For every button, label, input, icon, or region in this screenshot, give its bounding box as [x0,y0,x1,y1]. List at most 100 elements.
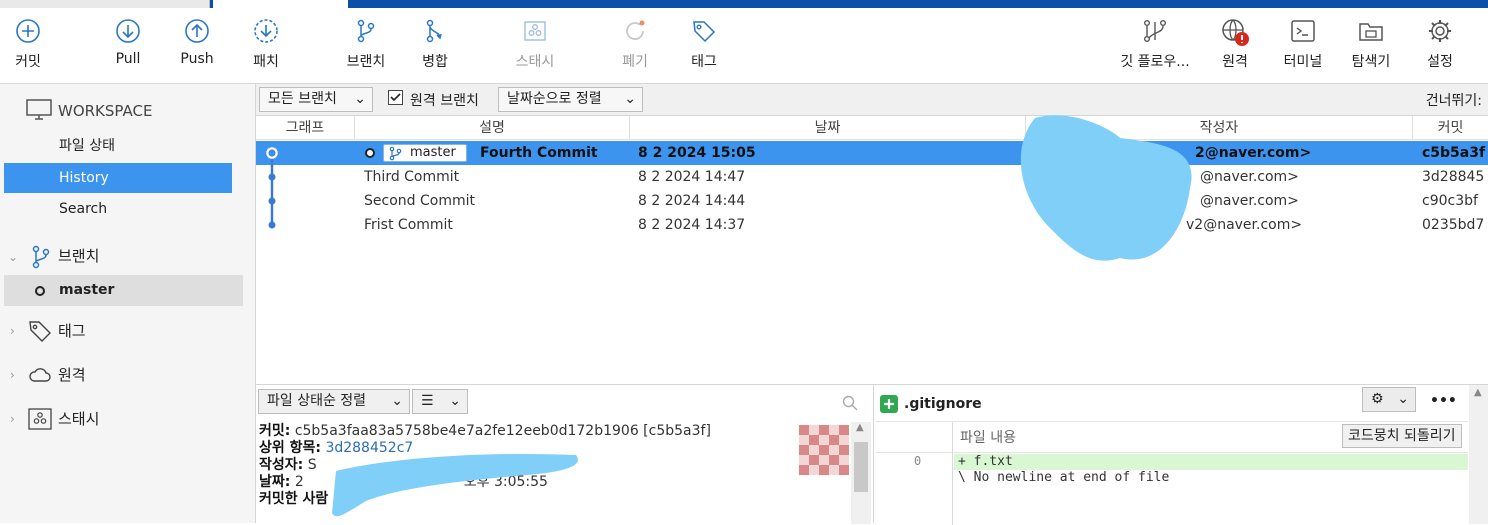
commit-row[interactable]: master Fourth Commit 8 2 2024 15:05 2@na… [256,141,1488,165]
terminal-button[interactable]: 터미널 [1268,18,1338,71]
patch-icon [254,19,278,43]
commit-info-hash: 커밋: c5b5a3faa83a5758be4e7a2fe12eeb0d172b… [259,423,711,439]
tag-icon [29,321,51,342]
scrollbar-vertical[interactable]: ▲ [851,422,871,524]
commit-date: 8 2 2024 14:37 [638,217,746,233]
view-mode-dropdown[interactable]: ☰ ⌄ [412,389,468,414]
list-icon: ☰ [421,393,434,409]
branch-icon [389,146,402,161]
chevron-down-icon: ⌄ [449,393,461,409]
arrow-up-circle-icon [185,19,209,43]
remote-button[interactable]: 원격 [1200,18,1270,71]
chevron-right-icon[interactable]: › [10,324,15,338]
commit-node[interactable] [268,221,276,229]
column-date[interactable]: 날짜 [630,116,1026,140]
column-commit[interactable]: 커밋 [1413,116,1488,140]
chevron-down-icon[interactable]: ⌄ [8,250,18,264]
merge-button[interactable]: 병합 [400,18,470,71]
push-button[interactable]: Push [162,18,232,67]
commit-row[interactable]: Third Commit 8 2 2024 14:47 @naver.com> … [256,165,1488,189]
current-branch-label: master [59,282,115,298]
commit-row[interactable]: Frist Commit 8 2 2024 14:37 v2@naver.com… [256,213,1488,237]
tab-active[interactable] [213,0,348,8]
column-graph[interactable]: 그래프 [256,116,355,140]
diff-content: 파일 내용 코드뭉치 되돌리기 0 + f.txt \ No newline a… [876,421,1468,525]
chevron-right-icon[interactable]: › [10,412,15,426]
terminal-icon [1291,20,1315,42]
added-line-highlight [954,454,1468,470]
sidebar-item-file-status[interactable]: 파일 상태 [4,131,232,161]
hunk-header: 파일 내용 [960,430,1016,446]
redaction-scribble [332,453,578,517]
gear-icon [1429,20,1451,42]
jump-to-label[interactable]: 건너뛰기: [1426,90,1482,110]
more-options-button[interactable]: ••• [1430,393,1457,409]
sidebar: WORKSPACE 파일 상태 History Search ⌄ 브랜치 mas… [0,84,256,523]
diff-file-name: .gitignore [904,396,982,412]
git-flow-icon [1144,20,1167,43]
sort-dropdown[interactable]: 날짜순으로 정렬 ⌄ [498,87,643,112]
branch-badge[interactable]: master [383,144,467,162]
workspace-header: WORKSPACE [58,102,153,120]
commit-hash: c90c3bf [1422,193,1478,209]
remotes-section[interactable]: 원격 [58,363,86,387]
scrollbar-thumb[interactable] [854,442,868,492]
chevron-down-icon: ⌄ [391,393,403,409]
patch-button[interactable]: 패치 [231,18,301,71]
diff-gutter-divider [952,422,953,525]
chevron-down-icon: ⌄ [1397,391,1409,407]
avatar [799,425,849,475]
sidebar-item-search[interactable]: Search [4,194,232,224]
git-flow-button[interactable]: 깃 플로우... [1112,18,1198,71]
tags-section[interactable]: 태그 [58,319,86,343]
chevron-right-icon[interactable]: › [10,368,15,382]
history-column-headers: 그래프 설명 날짜 작성자 커밋 [256,116,1488,140]
plus-circle-icon [16,19,40,43]
stash-button[interactable]: 스태시 [500,18,570,71]
remote-branches-checkbox[interactable] [388,90,403,105]
commit-author: @naver.com> [1200,169,1299,185]
commit-node[interactable] [268,197,276,205]
commit-node-head-inner [268,149,276,157]
tab-inactive[interactable] [0,0,210,8]
diff-options-dropdown[interactable]: ⚙ ⌄ [1362,387,1416,412]
monitor-icon [26,99,52,120]
branch-icon [357,19,375,43]
commit-button[interactable]: 커밋 [0,18,63,71]
branches-section[interactable]: 브랜치 [58,244,99,268]
toolbar: 커밋 Pull Push 패치 브랜치 병합 스태시 폐기 태그 깃 플로우..… [0,8,1488,84]
discard-button[interactable]: 폐기 [600,18,670,71]
diff-scrollbar[interactable]: ▲ [1469,385,1488,524]
scroll-up-icon[interactable]: ▲ [1474,387,1482,398]
sidebar-item-master[interactable]: master [4,275,243,306]
settings-button[interactable]: 설정 [1405,18,1475,71]
branch-filter-dropdown[interactable]: 모든 브랜치 ⌄ [259,87,373,112]
pull-button[interactable]: Pull [93,18,163,67]
tag-button[interactable]: 태그 [669,18,739,71]
sidebar-item-history[interactable]: History [4,163,232,193]
tag-icon [693,21,716,43]
redaction-scribble [1020,115,1192,261]
commit-hash: c5b5a3f [1422,145,1486,161]
commit-row[interactable]: Second Commit 8 2 2024 14:44 @naver.com>… [256,189,1488,213]
cloud-icon [29,368,51,382]
explorer-button[interactable]: 탐색기 [1336,18,1406,71]
commit-node[interactable] [268,173,276,181]
file-sort-dropdown[interactable]: 파일 상태순 정렬 ⌄ [258,389,410,414]
added-file-icon [880,395,898,413]
added-line: + f.txt [958,454,1013,469]
commit-date: 8 2 2024 15:05 [638,145,756,161]
column-description[interactable]: 설명 [355,116,630,140]
search-icon[interactable] [842,395,858,411]
globe-warning-icon [1222,19,1249,46]
revert-hunk-button[interactable]: 코드뭉치 되돌리기 [1342,424,1462,448]
remote-branches-label: 원격 브랜치 [410,93,479,109]
stash-section[interactable]: 스태시 [58,407,99,431]
scroll-up-icon[interactable]: ▲ [856,422,864,433]
commit-author: 2@naver.com> [1195,145,1312,161]
commit-description: Third Commit [364,169,460,185]
branch-button[interactable]: 브랜치 [331,18,401,71]
line-number: 0 [914,454,922,468]
commit-details-panel: 파일 상태순 정렬 ⌄ ☰ ⌄ 커밋: c5b5a3faa83a5758be4e… [256,384,873,524]
stash-icon [524,21,546,41]
